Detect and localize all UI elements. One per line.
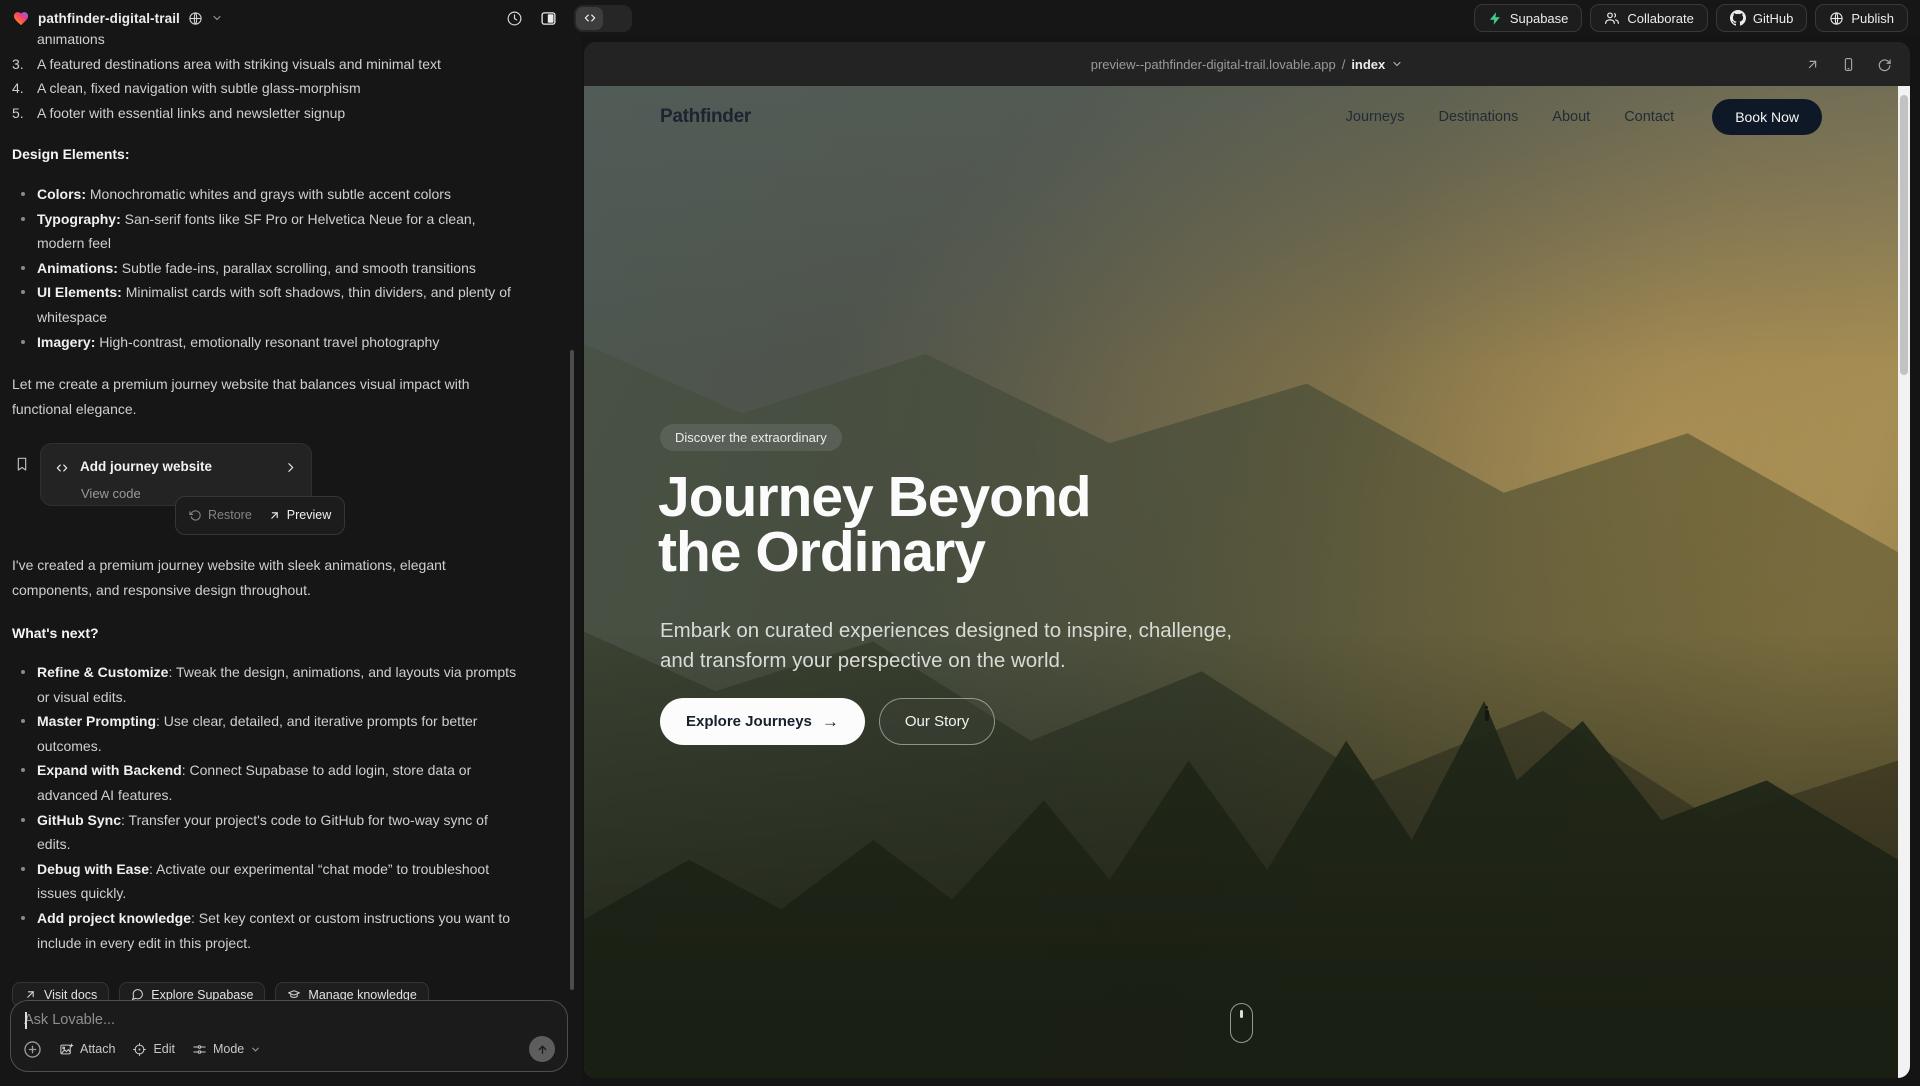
mobile-view-icon[interactable] xyxy=(1841,57,1856,72)
bookmark-icon[interactable] xyxy=(14,455,30,523)
list-item: Add project knowledge: Set key context o… xyxy=(12,906,517,955)
preview-scrollbar-track xyxy=(1898,86,1910,1078)
supabase-bolt-icon xyxy=(1488,11,1503,26)
publish-globe-icon xyxy=(1829,11,1844,26)
list-item: 3.A featured destinations area with stri… xyxy=(12,52,517,77)
collaborate-button[interactable]: Collaborate xyxy=(1590,4,1708,32)
github-button[interactable]: GitHub xyxy=(1716,4,1807,32)
message-paragraph: Let me create a premium journey website … xyxy=(12,372,517,421)
chevron-down-icon xyxy=(250,1044,261,1055)
restore-icon xyxy=(189,509,202,522)
restore-preview-pill: Restore Preview xyxy=(175,496,345,535)
history-icon[interactable] xyxy=(506,10,523,27)
list-item: 4.A clean, fixed navigation with subtle … xyxy=(12,76,517,101)
view-controls xyxy=(506,0,632,36)
site-navbar: Pathfinder Journeys Destinations About C… xyxy=(584,86,1898,148)
nav-link-contact[interactable]: Contact xyxy=(1624,109,1674,125)
edit-button[interactable]: Edit xyxy=(132,1042,175,1057)
book-now-button[interactable]: Book Now xyxy=(1712,99,1822,135)
hero-badge: Discover the extraordinary xyxy=(660,424,842,451)
chat-scrollbar[interactable] xyxy=(570,350,574,990)
list-item: Master Prompting: Use clear, detailed, a… xyxy=(12,709,517,758)
composer-toolbar: Attach Edit Mode xyxy=(23,1036,555,1062)
text-caret xyxy=(25,1012,27,1029)
scroll-mouse-indicator xyxy=(1230,1003,1253,1043)
publish-button[interactable]: Publish xyxy=(1815,4,1908,32)
device-preview-icon[interactable] xyxy=(540,10,557,27)
send-button[interactable] xyxy=(529,1036,555,1062)
chevron-right-icon xyxy=(284,461,297,474)
arrow-right-icon: → xyxy=(822,712,839,732)
refresh-icon[interactable] xyxy=(1877,57,1892,72)
explore-journeys-button[interactable]: Explore Journeys → xyxy=(660,698,865,745)
attach-button[interactable]: Attach xyxy=(59,1042,115,1057)
nav-link-journeys[interactable]: Journeys xyxy=(1346,109,1405,125)
mode-dropdown[interactable]: Mode xyxy=(192,1042,261,1057)
message-paragraph: I've created a premium journey website w… xyxy=(12,553,517,602)
list-item: Animations: Subtle fade-ins, parallax sc… xyxy=(12,256,517,281)
preview-toggle-segment[interactable] xyxy=(603,7,630,30)
arrow-up-right-icon xyxy=(268,509,281,522)
site-nav-links: Journeys Destinations About Contact xyxy=(1346,109,1675,125)
tool-call-block: Add journey website View code Restore Pr… xyxy=(12,443,547,523)
supabase-button[interactable]: Supabase xyxy=(1474,4,1583,32)
github-icon xyxy=(1730,10,1746,26)
project-name[interactable]: pathfinder-digital-trail xyxy=(38,11,180,26)
arrow-up-icon xyxy=(536,1043,549,1056)
whats-next-list: Refine & Customize: Tweak the design, an… xyxy=(12,660,517,955)
list-item: UI Elements: Minimalist cards with soft … xyxy=(12,280,517,329)
website-hero: Pathfinder Journeys Destinations About C… xyxy=(584,86,1898,1078)
list-item: Imagery: High-contrast, emotionally reso… xyxy=(12,330,517,355)
hero-headline: Journey Beyond the Ordinary xyxy=(658,470,1091,580)
preview-panel: preview--pathfinder-digital-trail.lovabl… xyxy=(584,42,1910,1078)
chat-panel: animations 3.A featured destinations are… xyxy=(0,36,581,1086)
list-item: 5.A footer with essential links and news… xyxy=(12,101,517,126)
clipped-text-line: animations xyxy=(12,36,547,52)
list-item: Debug with Ease: Activate our experiment… xyxy=(12,857,517,906)
app-topbar: pathfinder-digital-trail Supabase Col xyxy=(0,0,1920,36)
code-icon xyxy=(55,461,69,475)
chat-composer: Attach Edit Mode xyxy=(10,1000,568,1072)
tool-card-title: Add journey website xyxy=(80,455,212,480)
hiker-figure xyxy=(1485,710,1489,721)
add-button[interactable] xyxy=(23,1040,42,1059)
image-icon xyxy=(59,1042,74,1057)
people-icon xyxy=(1604,10,1620,26)
preview-button[interactable]: Preview xyxy=(268,503,331,528)
topbar-actions: Supabase Collaborate GitHub Publish xyxy=(1474,4,1908,32)
numbered-list: 3.A featured destinations area with stri… xyxy=(12,52,517,126)
sliders-icon xyxy=(192,1042,207,1057)
site-logo[interactable]: Pathfinder xyxy=(660,106,751,128)
preview-url[interactable]: preview--pathfinder-digital-trail.lovabl… xyxy=(1091,57,1404,72)
assistant-message: animations 3.A featured destinations are… xyxy=(12,36,547,1007)
list-item: GitHub Sync: Transfer your project's cod… xyxy=(12,808,517,857)
restore-button[interactable]: Restore xyxy=(189,503,252,528)
code-icon[interactable] xyxy=(576,7,603,30)
ask-lovable-input[interactable] xyxy=(24,1012,554,1028)
preview-header: preview--pathfinder-digital-trail.lovabl… xyxy=(584,42,1910,86)
design-elements-heading: Design Elements: xyxy=(12,142,547,167)
code-view-toggle[interactable] xyxy=(574,5,632,32)
chevron-down-icon[interactable] xyxy=(211,12,223,24)
our-story-button[interactable]: Our Story xyxy=(879,698,995,745)
crosshair-target-icon xyxy=(132,1042,147,1057)
hero-buttons: Explore Journeys → Our Story xyxy=(660,698,995,745)
plus-circle-icon xyxy=(23,1040,42,1059)
preview-scrollbar-thumb[interactable] xyxy=(1900,95,1908,375)
globe-icon xyxy=(188,11,203,26)
design-elements-list: Colors: Monochromatic whites and grays w… xyxy=(12,182,517,354)
whats-next-heading: What's next? xyxy=(12,621,547,646)
open-external-icon[interactable] xyxy=(1805,57,1820,72)
list-item: Refine & Customize: Tweak the design, an… xyxy=(12,660,517,709)
nav-link-about[interactable]: About xyxy=(1552,109,1590,125)
lovable-heart-logo[interactable] xyxy=(12,10,30,27)
project-menu[interactable]: pathfinder-digital-trail xyxy=(12,10,223,27)
nav-link-destinations[interactable]: Destinations xyxy=(1439,109,1519,125)
chevron-down-icon xyxy=(1391,58,1403,70)
list-item: Colors: Monochromatic whites and grays w… xyxy=(12,182,517,207)
hero-subtitle: Embark on curated experiences designed t… xyxy=(660,616,1260,676)
list-item: Typography: San-serif fonts like SF Pro … xyxy=(12,207,517,256)
list-item: Expand with Backend: Connect Supabase to… xyxy=(12,758,517,807)
